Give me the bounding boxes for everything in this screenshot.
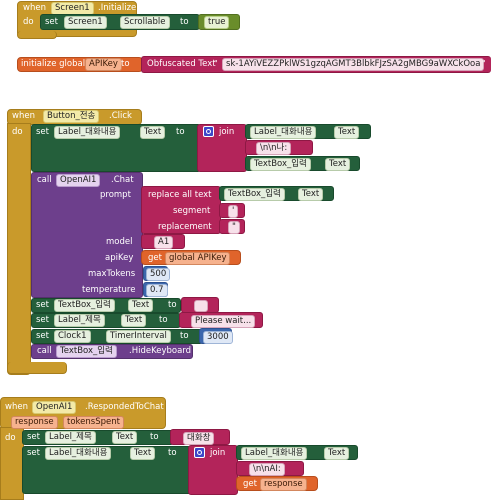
to-label: to — [180, 17, 189, 27]
get-response-dropdown[interactable]: response — [260, 478, 307, 491]
scrollable-prop-dropdown[interactable]: Scrollable — [120, 16, 170, 29]
join-text-prop-dropdown[interactable]: Text — [334, 126, 360, 139]
obfuscated-text-field[interactable]: sk-1AYiVEZZPklWS1gzqAGMT3BlbkFJzSA2gMBG9… — [222, 58, 484, 71]
global-name-field[interactable]: APIKey — [85, 58, 122, 71]
close-quote-icon: " — [482, 59, 486, 68]
hide-keyboard-method-label: .HideKeyboard — [129, 346, 192, 356]
maxtokens-param-label: maxTokens — [88, 269, 136, 279]
resp-set2-label-conversation-dropdown[interactable]: Label_대화내용 — [45, 447, 112, 460]
set1-to-label: to — [176, 127, 185, 137]
resp-join-label: join — [210, 448, 226, 458]
set1-prop-dropdown[interactable]: Text — [140, 126, 166, 139]
when-label: when — [23, 3, 46, 13]
clock-component-dropdown[interactable]: Clock1 — [54, 330, 91, 343]
empty-text-field[interactable] — [194, 300, 208, 312]
click-do-label: do — [12, 127, 23, 137]
screen1-initialize-block-bottom — [17, 31, 57, 39]
set2-to-label: to — [168, 300, 177, 310]
maxtokens-number-field[interactable]: 500 — [146, 268, 171, 281]
model-text-field[interactable]: A1 — [154, 236, 174, 249]
responded-openai-dropdown[interactable]: OpenAI1 — [32, 401, 77, 414]
resp-join-text-prop-dropdown[interactable]: Text — [324, 447, 350, 460]
global-apikey-dropdown[interactable]: global APIKey — [165, 252, 231, 265]
resp-gear-icon[interactable] — [194, 447, 205, 458]
resp-set1-label-title-dropdown[interactable]: Label_제목 — [45, 431, 96, 444]
resp-set1-to-label: to — [150, 432, 159, 442]
replacement-text-field[interactable]: " — [228, 221, 240, 234]
obfuscated-text-label: Obfuscated Text — [147, 59, 216, 69]
tokens-spent-param[interactable]: tokensSpent — [63, 416, 124, 429]
responded-event-label: .RespondedToChat — [85, 402, 164, 412]
resp-set2-to-label: to — [168, 448, 177, 458]
set3-prop-dropdown[interactable]: Text — [121, 314, 147, 327]
set2-label: set — [36, 300, 49, 310]
timer-number-field[interactable]: 3000 — [203, 331, 233, 344]
set2-prop-dropdown[interactable]: Text — [128, 299, 154, 312]
resp-get-label: get — [243, 479, 257, 489]
resp-set1-label: set — [27, 432, 40, 442]
gear-icon[interactable] — [203, 126, 214, 137]
model-param-label: model — [106, 237, 133, 247]
button-click-side-bar — [7, 123, 31, 375]
prompt-param-label: prompt — [100, 190, 131, 200]
resp-set2-prop-dropdown[interactable]: Text — [130, 447, 156, 460]
set3-label: set — [36, 315, 49, 325]
global-to-label: to — [121, 59, 130, 69]
open-quote-icon: " — [214, 59, 218, 68]
click-when-label: when — [12, 111, 35, 121]
replace-all-text-label: replace all text — [148, 190, 212, 200]
chat-method-label: .Chat — [111, 175, 134, 185]
replace-textbox-dropdown[interactable]: TextBox_입력 — [224, 188, 285, 201]
click-event-label: .Click — [109, 111, 132, 121]
button-component-dropdown[interactable]: Button_전송 — [43, 110, 100, 123]
openai-component-dropdown[interactable]: OpenAI1 — [56, 174, 101, 187]
responded-do-label: do — [5, 433, 16, 443]
set4-label: set — [36, 331, 49, 341]
screen1-prop-component-dropdown[interactable]: Screen1 — [64, 16, 107, 29]
set1-label: set — [36, 127, 49, 137]
temperature-number-field[interactable]: 0.7 — [146, 284, 168, 297]
set2-textbox-dropdown[interactable]: TextBox_입력 — [54, 299, 115, 312]
resp-set1-prop-dropdown[interactable]: Text — [112, 431, 138, 444]
join-textbox-input-dropdown[interactable]: TextBox_입력 — [250, 158, 311, 171]
join-textbox-prop-dropdown[interactable]: Text — [325, 158, 351, 171]
set-label: set — [45, 17, 58, 27]
set3-to-label: to — [159, 315, 168, 325]
replace-textbox-prop-dropdown[interactable]: Text — [298, 188, 324, 201]
get-label: get — [148, 253, 162, 263]
please-wait-text-field[interactable]: Please wait... — [191, 315, 256, 328]
initialize-global-label: initialize global — [21, 59, 86, 69]
resp-join-label-conversation-dropdown[interactable]: Label_대화내용 — [241, 447, 308, 460]
response-param[interactable]: response — [11, 416, 58, 429]
do-label: do — [23, 17, 34, 27]
true-value-dropdown[interactable]: true — [204, 16, 230, 29]
chat-window-text-field[interactable]: 대화창 — [183, 432, 215, 445]
segment-text-field[interactable]: ' — [228, 205, 239, 218]
join-label-conversation-dropdown[interactable]: Label_대화내용 — [250, 126, 317, 139]
call2-label: call — [37, 346, 52, 356]
segment-label: segment — [173, 206, 211, 216]
set4-to-label: to — [180, 331, 189, 341]
button-click-bottom-tab — [7, 362, 67, 374]
newline-ai-text-field[interactable]: \n\nAI: — [249, 463, 285, 476]
hide-keyboard-textbox-dropdown[interactable]: TextBox_입력 — [56, 345, 117, 358]
join-label: join — [219, 127, 235, 137]
label-conversation-dropdown[interactable]: Label_대화내용 — [54, 126, 121, 139]
temperature-param-label: temperature — [82, 285, 136, 295]
resp-set2-label: set — [27, 448, 40, 458]
initialize-event-label: .Initialize — [98, 3, 137, 13]
newline-me-text-field[interactable]: \n\n나: — [256, 142, 292, 155]
apikey-param-label: apiKey — [105, 253, 134, 263]
responded-when-label: when — [5, 402, 28, 412]
timer-interval-prop-dropdown[interactable]: TimerInterval — [106, 330, 171, 343]
set3-label-title-dropdown[interactable]: Label_제목 — [54, 314, 105, 327]
call-label: call — [37, 175, 52, 185]
replacement-label: replacement — [158, 222, 212, 232]
